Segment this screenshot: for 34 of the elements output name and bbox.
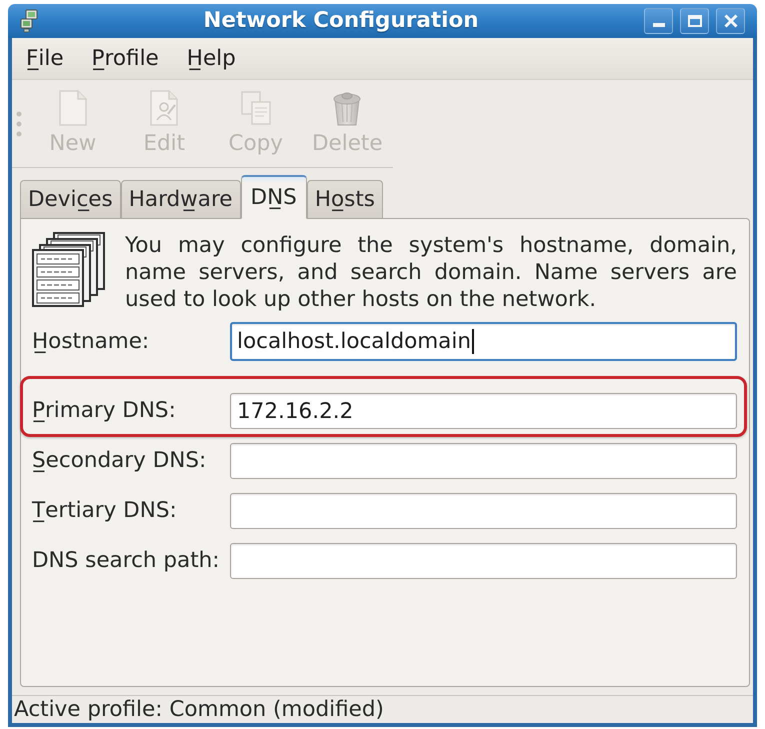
input-field[interactable]: [230, 443, 737, 479]
network-icon: [20, 9, 38, 33]
input-field[interactable]: 172.16.2.2: [230, 393, 737, 429]
blank-page-icon: [56, 90, 89, 126]
status-text: Active profile: Common (modified): [14, 696, 384, 723]
text-cursor-icon: [472, 329, 474, 354]
window-title: Network Configuration: [203, 7, 479, 35]
close-button[interactable]: [716, 8, 745, 34]
menu-item[interactable]: F̲ile: [12, 44, 78, 74]
edit-page-icon: [148, 90, 180, 126]
menu-item[interactable]: H̲elp: [172, 44, 250, 74]
tab[interactable]: DN̲S: [240, 175, 307, 219]
field-label: T̲ertiary DNS:: [32, 497, 177, 525]
minimize-icon: [652, 23, 664, 27]
input-field[interactable]: [230, 493, 737, 529]
field-label: P̲rimary DNS:: [32, 397, 176, 425]
maximize-icon: [688, 15, 702, 27]
tab[interactable]: Devic̲es: [20, 180, 121, 218]
field-label: DNS search path:: [32, 547, 220, 575]
field-label: S̲econdary DNS:: [32, 447, 206, 475]
input-field[interactable]: [230, 543, 737, 579]
field-label: H̲ostname:: [32, 328, 150, 356]
maximize-button[interactable]: [680, 8, 709, 34]
tab[interactable]: Ho̲sts: [306, 180, 383, 218]
trash-can-icon: [331, 90, 364, 126]
description-text: You may configure the system's hostname, domain, name servers, and search domain. Name servers are used to look up other hosts on the network.: [125, 232, 737, 313]
close-icon: [724, 14, 738, 28]
tab[interactable]: Hardw̲are: [120, 180, 241, 218]
minimize-button[interactable]: [644, 8, 673, 34]
dns-server-list-icon: [32, 232, 105, 307]
input-field[interactable]: localhost.localdomain: [230, 322, 737, 361]
menu-item[interactable]: P̲rofile: [78, 44, 173, 74]
grip-handle-icon[interactable]: [16, 110, 22, 136]
copy-pages-icon: [240, 90, 272, 126]
